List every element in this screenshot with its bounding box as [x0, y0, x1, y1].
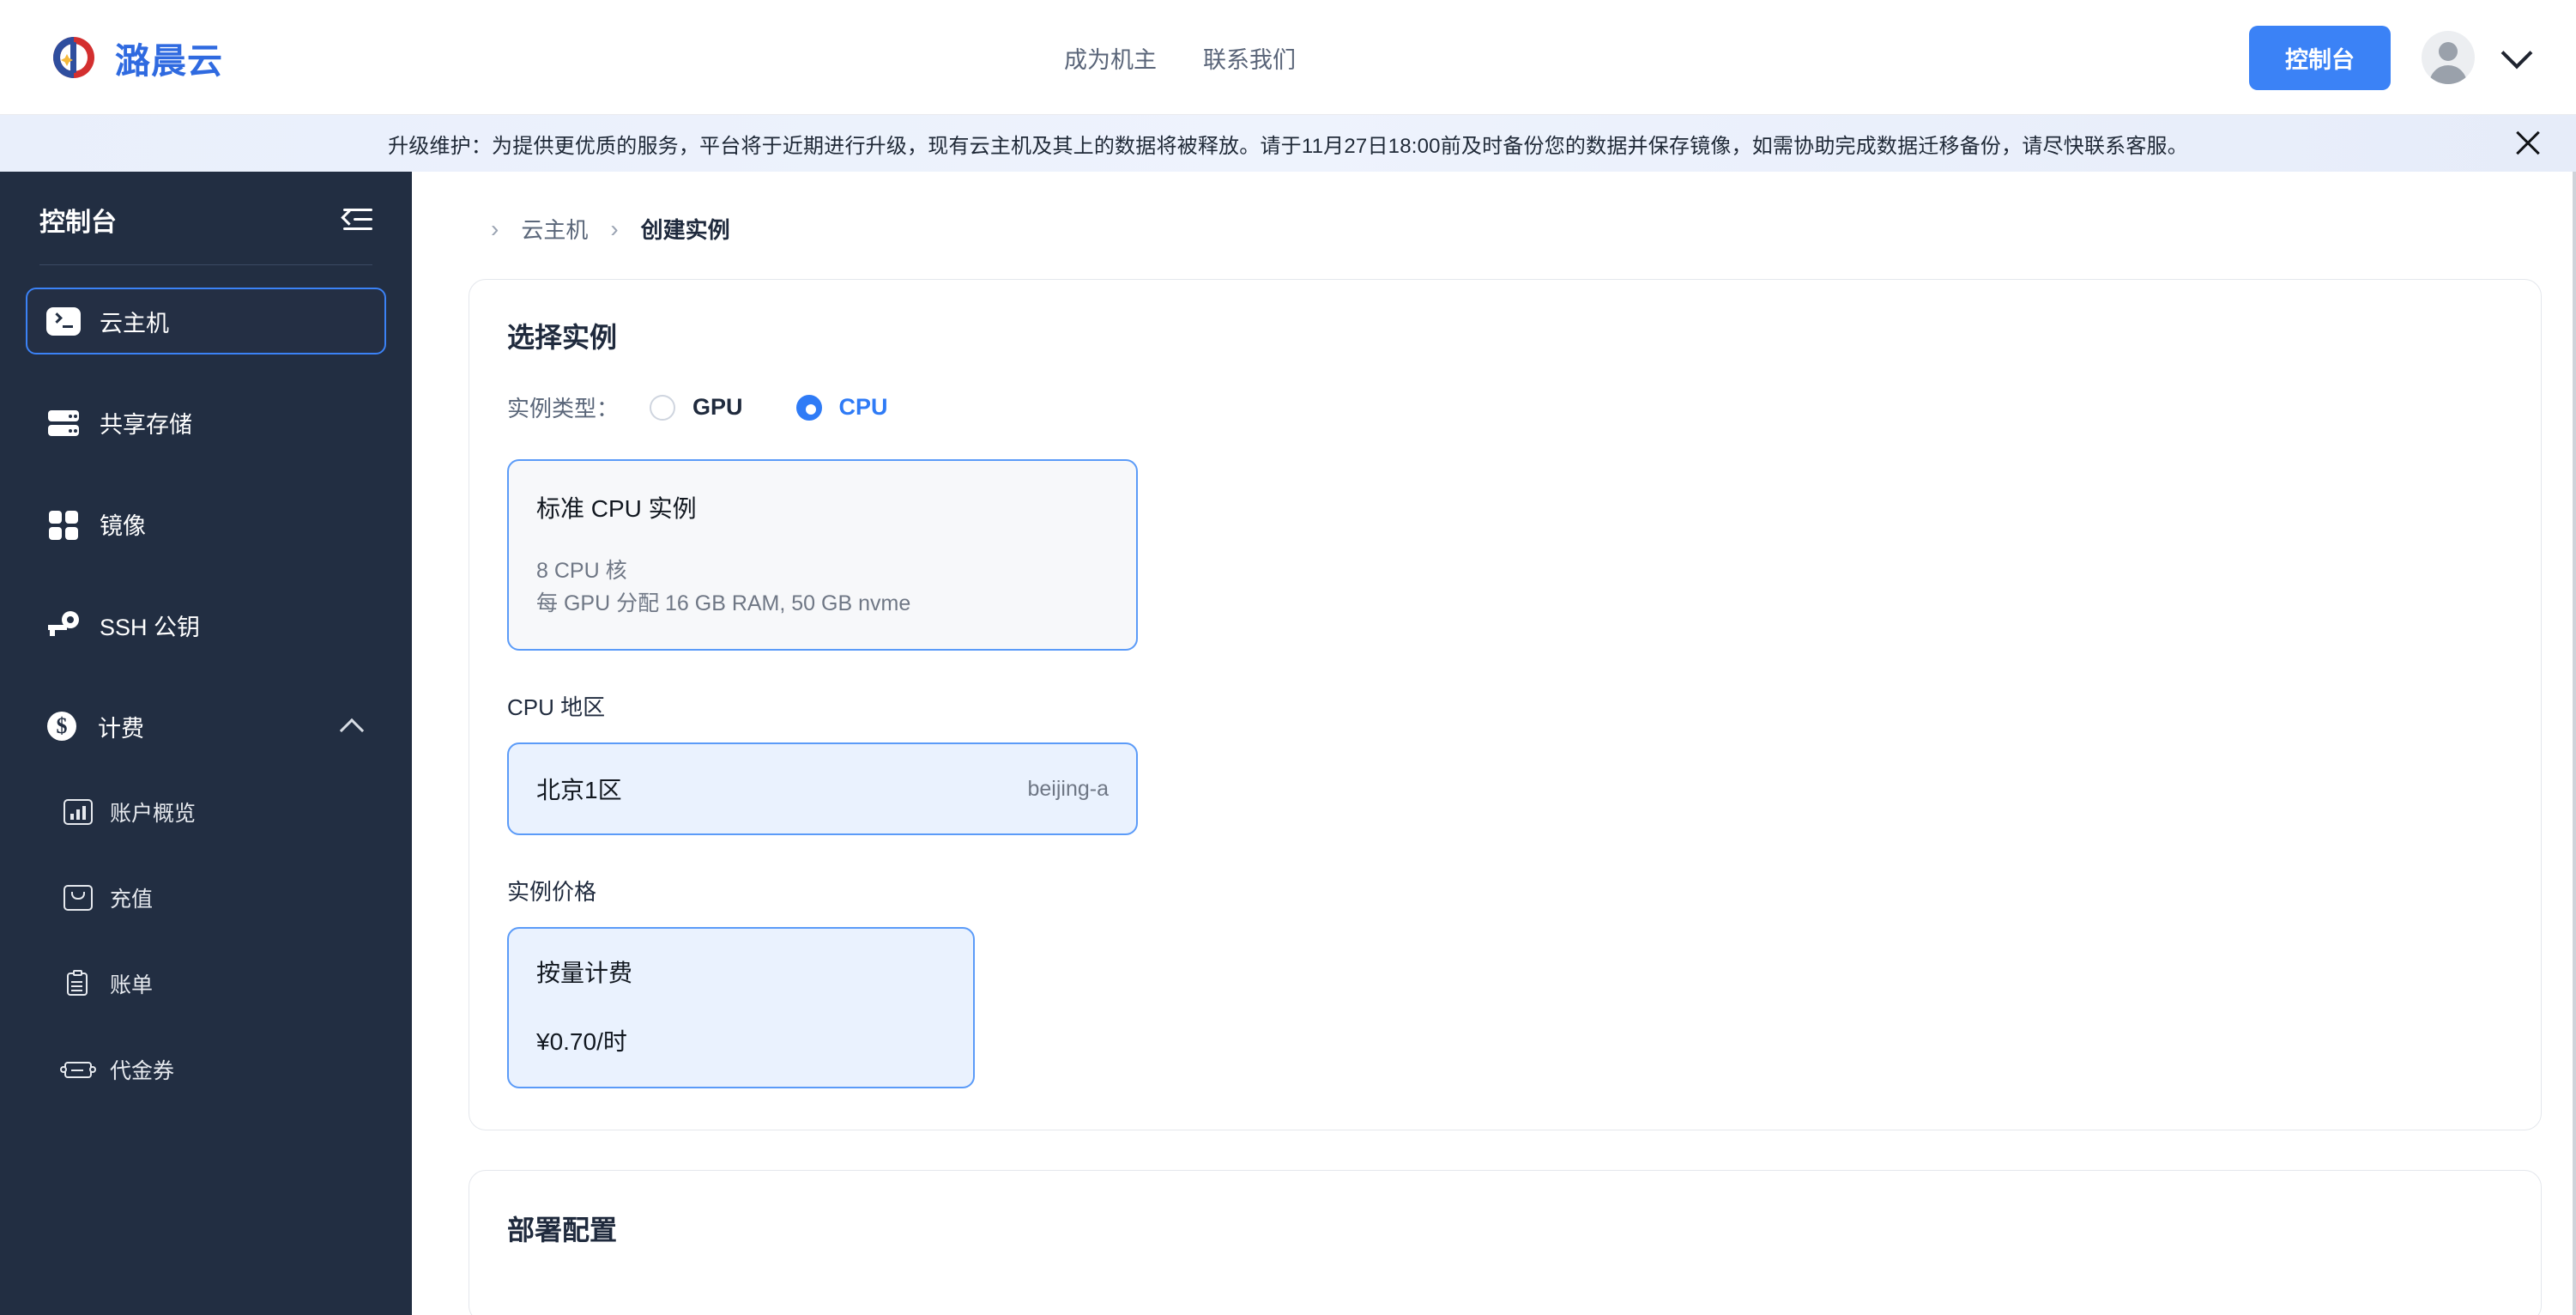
region-option-card[interactable]: 北京1区 beijing-a	[507, 742, 1138, 835]
instance-spec-memory: 每 GPU 分配 16 GB RAM, 50 GB nvme	[536, 591, 911, 615]
breadcrumb: › 云主机 › 创建实例	[412, 172, 2576, 245]
sidebar-item-recharge[interactable]: 充值	[26, 871, 386, 924]
radio-option-cpu[interactable]: CPU	[795, 394, 888, 421]
sidebar-subitem-label: 账户概览	[110, 802, 197, 826]
instance-option-title: 标准 CPU 实例	[536, 495, 697, 522]
chevron-down-icon[interactable]	[2500, 37, 2533, 70]
main-content: › 云主机 › 创建实例 选择实例 实例类型： GPU CPU 标准 CPU 实…	[412, 172, 2576, 1315]
top-header: 潞晨云 成为机主 联系我们 控制台	[0, 0, 2576, 115]
region-name: 北京1区	[536, 777, 622, 803]
sidebar-item-label: 镜像	[100, 512, 146, 539]
region-code: beijing-a	[1027, 776, 1109, 801]
instance-option-card[interactable]: 标准 CPU 实例 8 CPU 核 每 GPU 分配 16 GB RAM, 50…	[507, 459, 1138, 651]
sidebar-item-bills[interactable]: 账单	[26, 957, 386, 1010]
clipboard-icon	[63, 969, 93, 998]
sidebar-item-shared-storage[interactable]: 共享存储	[26, 389, 386, 456]
grid-icon	[46, 506, 81, 541]
billing-type: 按量计费	[536, 960, 633, 986]
page-scrollbar[interactable]	[2573, 172, 2576, 1315]
maintenance-banner: 升级维护：为提供更优质的服务，平台将于近期进行升级，现有云主机及其上的数据将被释…	[0, 115, 2576, 172]
radio-cpu-label: CPU	[838, 394, 888, 420]
brand-logo[interactable]: 潞晨云	[50, 32, 223, 83]
sidebar-item-images[interactable]: 镜像	[26, 490, 386, 557]
sidebar-item-label: 共享存储	[100, 411, 192, 438]
key-icon	[46, 608, 81, 642]
breadcrumb-separator: ›	[610, 215, 619, 242]
price-label: 实例价格	[507, 879, 597, 905]
breadcrumb-separator: ›	[491, 215, 499, 242]
price-option-card[interactable]: 按量计费 ¥0.70/时	[507, 927, 975, 1088]
sidebar-header: 控制台	[26, 172, 386, 264]
select-instance-card: 选择实例 实例类型： GPU CPU 标准 CPU 实例 8 CPU 核 每 G…	[469, 279, 2542, 1130]
page-title: 选择实例	[507, 322, 618, 353]
sidebar-subitem-label: 充值	[110, 888, 154, 912]
price-amount: ¥0.70/时	[536, 1028, 627, 1055]
sidebar-subitem-label: 账单	[110, 973, 154, 997]
deploy-config-title: 部署配置	[507, 1215, 618, 1245]
instance-type-label: 实例类型：	[507, 396, 620, 421]
sidebar-group-billing[interactable]: $ 计费	[26, 693, 386, 760]
breadcrumb-current: 创建实例	[640, 217, 730, 243]
sidebar-item-ssh-key[interactable]: SSH 公钥	[26, 591, 386, 658]
close-icon[interactable]	[2513, 128, 2543, 159]
chart-icon	[63, 797, 93, 827]
deploy-config-card: 部署配置	[469, 1170, 2542, 1315]
breadcrumb-parent[interactable]: 云主机	[521, 213, 588, 245]
top-nav: 成为机主 联系我们	[1064, 0, 1296, 115]
instance-type-row: 实例类型： GPU CPU	[507, 391, 2503, 423]
nav-item-become-host[interactable]: 成为机主	[1064, 41, 1157, 75]
sidebar-group-label: 计费	[98, 715, 144, 742]
radio-gpu[interactable]	[650, 394, 676, 421]
radio-cpu[interactable]	[795, 394, 822, 421]
server-icon	[46, 405, 81, 439]
region-label: CPU 地区	[507, 694, 606, 720]
dollar-icon: $	[45, 709, 79, 743]
header-actions: 控制台	[2249, 0, 2533, 115]
sidebar-title: 控制台	[39, 209, 117, 237]
sidebar-subitem-label: 代金券	[110, 1059, 175, 1083]
console-button[interactable]: 控制台	[2249, 25, 2391, 90]
sidebar-item-label: SSH 公钥	[100, 614, 201, 640]
brand-name: 潞晨云	[115, 40, 223, 81]
nav-item-contact-us[interactable]: 联系我们	[1203, 41, 1296, 75]
collapse-sidebar-icon[interactable]	[341, 209, 372, 231]
user-avatar-icon[interactable]	[2422, 31, 2475, 84]
ticket-icon	[60, 1055, 96, 1084]
logo-mark-icon	[50, 33, 98, 82]
instance-spec-cores: 8 CPU 核	[536, 559, 627, 583]
terminal-icon	[46, 306, 81, 336]
radio-option-gpu[interactable]: GPU	[650, 394, 743, 421]
sidebar-item-label: 云主机	[100, 310, 169, 336]
sidebar: 控制台 云主机 共享存储 镜像 SSH 公钥 $ 计费 账户概览 充值 账单 代…	[0, 172, 412, 1315]
sidebar-item-account-overview[interactable]: 账户概览	[26, 785, 386, 839]
chevron-up-icon[interactable]	[339, 718, 365, 743]
sidebar-item-vouchers[interactable]: 代金券	[26, 1043, 386, 1096]
wallet-icon	[63, 883, 93, 912]
banner-message: 升级维护：为提供更优质的服务，平台将于近期进行升级，现有云主机及其上的数据将被释…	[388, 134, 2188, 158]
radio-gpu-label: GPU	[692, 394, 743, 420]
sidebar-divider	[39, 264, 372, 265]
sidebar-item-cloud-host[interactable]: 云主机	[26, 288, 386, 355]
